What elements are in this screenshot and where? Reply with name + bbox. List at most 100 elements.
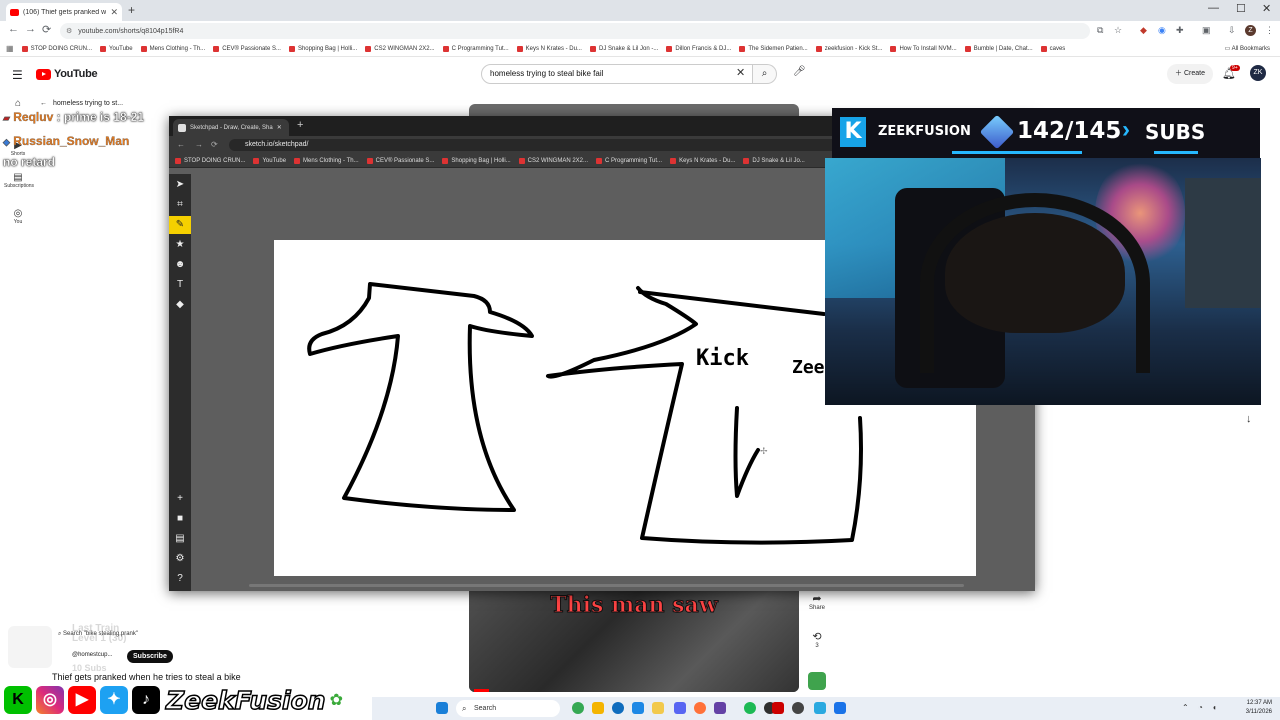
video-title[interactable]: Thief gets pranked when he tries to stea… xyxy=(52,672,241,682)
text-tool-icon[interactable]: T xyxy=(169,276,191,294)
browser-tab-youtube[interactable]: (106) Thief gets pranked when ✕ xyxy=(6,3,122,21)
chrome-taskbar-icon[interactable] xyxy=(572,702,584,714)
remix-button[interactable]: ⟲ 3 xyxy=(807,630,827,649)
bookmark-item[interactable]: Mens Clothing - Th... xyxy=(294,157,359,164)
acrobat-taskbar-icon[interactable] xyxy=(772,702,784,714)
sidebar-item-you[interactable]: ◎ You xyxy=(4,208,32,225)
site-info-icon[interactable]: ⚙ xyxy=(66,27,72,35)
bookmark-star-icon[interactable]: ☆ xyxy=(1114,25,1122,36)
windows-start-icon[interactable] xyxy=(436,702,448,714)
bookmark-item[interactable]: YouTube xyxy=(253,157,286,164)
extensions-icon[interactable]: ✚ xyxy=(1176,25,1184,36)
search-button[interactable]: ⌕ xyxy=(753,64,777,84)
select-tool-icon[interactable]: ➤ xyxy=(169,176,191,194)
bookmark-item[interactable]: How To Install NVM... xyxy=(890,45,957,52)
apps-grid-icon[interactable]: ▦ xyxy=(6,44,14,53)
address-bar[interactable]: ⚙ youtube.com/shorts/q8104p15fR4 xyxy=(60,23,1090,39)
app-taskbar-icon[interactable] xyxy=(714,702,726,714)
youtube-avatar[interactable]: ZK xyxy=(1250,65,1266,81)
new-tab-button[interactable]: + xyxy=(297,119,303,131)
bookmark-item[interactable]: caves xyxy=(1040,45,1065,52)
bookmark-item[interactable]: STOP DOING CRUN... xyxy=(21,45,92,52)
bookmark-item[interactable]: zeekfusion - Kick St... xyxy=(815,45,882,52)
close-tab-icon[interactable]: ✕ xyxy=(277,124,282,131)
crop-tool-icon[interactable]: ⌗ xyxy=(169,196,191,214)
bookmark-item[interactable]: The Sidemen Patien... xyxy=(739,45,808,52)
downloads-icon[interactable]: ⇩ xyxy=(1228,25,1236,36)
copilot-taskbar-icon[interactable] xyxy=(592,702,604,714)
layers-tool-icon[interactable]: ■ xyxy=(169,510,191,528)
shorts-back-button[interactable]: ← homeless trying to st... xyxy=(40,100,123,107)
bookmark-item[interactable]: CS2 WINGMAN 2X2... xyxy=(365,45,435,52)
next-short-arrow-icon[interactable]: ↓ xyxy=(1246,413,1252,425)
browser-menu-icon[interactable]: ⋮ xyxy=(1265,25,1274,36)
brush-tool-icon[interactable]: ✎ xyxy=(169,216,191,234)
add-tool-icon[interactable]: + xyxy=(169,490,191,508)
bookmark-item[interactable]: Bumble | Date, Chat... xyxy=(964,45,1033,52)
back-icon[interactable]: ← xyxy=(8,23,19,35)
taskbar-clock[interactable]: 12:37 AM 3/11/2026 xyxy=(1232,699,1272,717)
forward-icon[interactable]: → xyxy=(195,140,203,149)
app2-taskbar-icon[interactable] xyxy=(792,702,804,714)
close-window-icon[interactable]: ✕ xyxy=(1262,2,1271,15)
bookmark-item[interactable]: DJ Snake & Lil Jo... xyxy=(743,157,805,164)
bookmark-item[interactable]: DJ Snake & Lil Jon -... xyxy=(589,45,658,52)
discord-taskbar-icon[interactable] xyxy=(674,702,686,714)
sidebar-item-subscriptions[interactable]: ▤ Subscriptions xyxy=(4,172,34,189)
browser-profile-avatar[interactable]: Z xyxy=(1245,25,1256,36)
short-video-player[interactable]: This man saw xyxy=(469,590,799,692)
tray-chevron-icon[interactable]: ⌃ xyxy=(1182,703,1189,712)
help-tool-icon[interactable]: ? xyxy=(169,570,191,588)
subscribe-button[interactable]: Subscribe xyxy=(127,650,173,663)
reload-icon[interactable]: ⟳ xyxy=(211,140,218,149)
extension-shield-icon[interactable]: ◆ xyxy=(1140,25,1147,36)
sound-thumbnail[interactable] xyxy=(808,672,826,690)
related-search-link[interactable]: ⌕ Search "bike stealing prank" xyxy=(58,631,138,638)
spotify-taskbar-icon[interactable] xyxy=(744,702,756,714)
settings-taskbar-icon[interactable] xyxy=(632,702,644,714)
bookmark-item[interactable]: C Programming Tut... xyxy=(596,157,662,164)
bookmark-item[interactable]: Keys N Krates - Du... xyxy=(516,45,582,52)
wifi-icon[interactable]: ◔ xyxy=(1198,703,1203,712)
maximize-window-icon[interactable]: ☐ xyxy=(1236,2,1246,15)
bookmark-item[interactable]: Shopping Bag | Holli... xyxy=(442,157,511,164)
volume-icon[interactable]: ◖ xyxy=(1212,703,1217,712)
file-explorer-taskbar-icon[interactable] xyxy=(652,702,664,714)
minimize-window-icon[interactable]: — xyxy=(1208,2,1219,14)
reload-icon[interactable]: ⟳ xyxy=(42,23,51,36)
new-tab-button[interactable]: + xyxy=(128,3,135,17)
sidebar-item-home[interactable]: ⌂ xyxy=(4,98,32,109)
clear-search-icon[interactable]: ✕ xyxy=(736,66,745,79)
bookmark-item[interactable]: YouTube xyxy=(100,45,133,52)
edge-taskbar-icon[interactable] xyxy=(612,702,624,714)
extension-audio-icon[interactable]: ◉ xyxy=(1158,25,1166,36)
back-icon[interactable]: ← xyxy=(177,140,185,149)
create-button[interactable]: ＋ Create xyxy=(1167,64,1213,84)
sketchpad-tab[interactable]: Sketchpad - Draw, Create, Sha ✕ xyxy=(173,119,289,136)
forward-icon[interactable]: → xyxy=(25,23,36,35)
save-tool-icon[interactable]: ▤ xyxy=(169,530,191,548)
share-button[interactable]: ➦ Share xyxy=(807,592,827,611)
bookmark-item[interactable]: CEV® Passionate S... xyxy=(213,45,281,52)
bookmark-item[interactable]: CEV® Passionate S... xyxy=(366,157,434,164)
bookmark-item[interactable]: C Programming Tut... xyxy=(442,45,509,52)
bookmark-item[interactable]: CS2 WINGMAN 2X2... xyxy=(518,157,588,164)
emoji-tool-icon[interactable]: ☻ xyxy=(169,256,191,274)
bookmark-item[interactable]: Keys N Krates - Du... xyxy=(670,157,735,164)
bookmark-item[interactable]: Mens Clothing - Th... xyxy=(140,45,205,52)
voice-search-icon[interactable]: 🎤︎ xyxy=(793,66,806,77)
split-view-icon[interactable]: ▣ xyxy=(1202,25,1211,36)
canvas-horizontal-scrollbar[interactable] xyxy=(249,584,964,587)
menu-hamburger-icon[interactable]: ☰ xyxy=(12,68,23,82)
search-input[interactable]: homeless trying to steal bike fail xyxy=(481,64,753,84)
fill-tool-icon[interactable]: ◆ xyxy=(169,296,191,314)
channel-name[interactable]: @homestcup... xyxy=(72,652,112,658)
bookmark-item[interactable]: STOP DOING CRUN... xyxy=(175,157,245,164)
all-bookmarks-button[interactable]: ▭ All Bookmarks xyxy=(1225,45,1270,52)
settings-tool-icon[interactable]: ⚙ xyxy=(169,550,191,568)
close-tab-icon[interactable]: ✕ xyxy=(110,7,118,18)
bookmark-item[interactable]: Shopping Bag | Holli... xyxy=(288,45,357,52)
app3-taskbar-icon[interactable] xyxy=(814,702,826,714)
stamp-tool-icon[interactable]: ★ xyxy=(169,236,191,254)
youtube-logo[interactable]: YouTube xyxy=(36,68,98,80)
